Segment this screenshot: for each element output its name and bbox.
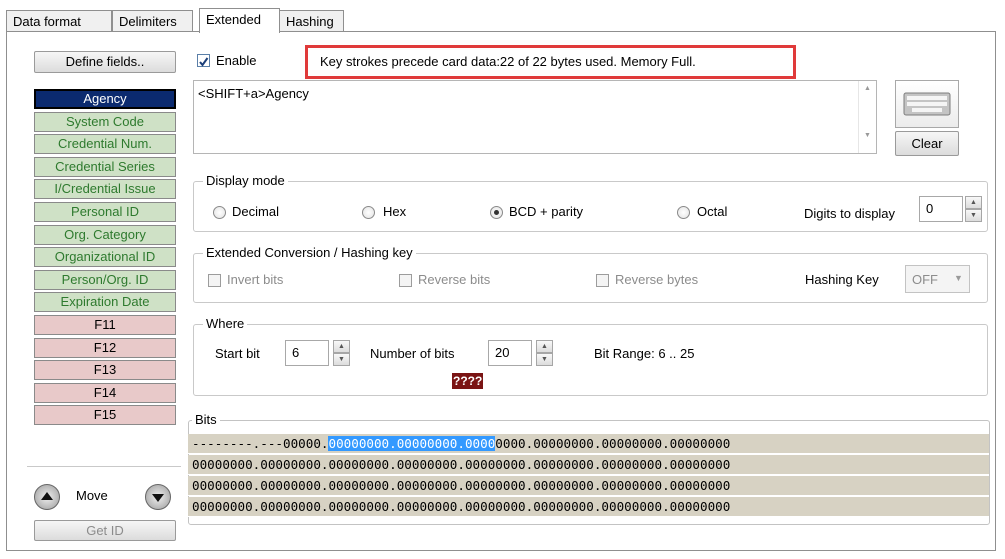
bits-unselected-suffix: 0000.00000000.00000000.00000000: [495, 436, 731, 451]
invert-bits-checkbox[interactable]: [208, 274, 221, 287]
field-button[interactable]: F12: [34, 337, 176, 358]
keyboard-icon: [903, 92, 951, 116]
number-of-bits-input[interactable]: 20: [488, 340, 532, 366]
status-highlight-box: Key strokes precede card data:22 of 22 b…: [305, 45, 796, 79]
enable-checkbox[interactable]: [197, 54, 210, 67]
radio-decimal[interactable]: [213, 206, 226, 219]
field-button[interactable]: F14: [34, 382, 176, 403]
triangle-down-icon: [152, 494, 164, 502]
keyboard-button[interactable]: [895, 80, 959, 128]
keystrokes-text: <SHIFT+a>Agency: [198, 86, 309, 101]
radio-hex[interactable]: [362, 206, 375, 219]
spin-down-icon[interactable]: ▼: [333, 353, 350, 366]
keystrokes-textarea[interactable]: <SHIFT+a>Agency ▲ ▼: [193, 80, 877, 154]
invert-bits-label: Invert bits: [227, 272, 284, 287]
spin-up-icon[interactable]: ▲: [965, 196, 982, 209]
move-label: Move: [76, 488, 108, 503]
define-fields-button[interactable]: Define fields..: [34, 51, 176, 73]
bits-unselected-prefix: --------.---00000.: [192, 436, 329, 451]
reverse-bits-checkbox[interactable]: [399, 274, 412, 287]
scroll-up-icon[interactable]: ▲: [859, 85, 876, 92]
reverse-bits-label: Reverse bits: [418, 272, 491, 287]
start-bit-input[interactable]: 6: [285, 340, 329, 366]
enable-label: Enable: [216, 53, 257, 68]
field-button[interactable]: F13: [34, 360, 176, 381]
radio-octal[interactable]: [677, 206, 690, 219]
tab-extended[interactable]: Extended: [199, 8, 280, 33]
status-message: Key strokes precede card data:22 of 22 b…: [320, 54, 696, 69]
reverse-bytes-label: Reverse bytes: [615, 272, 699, 287]
field-button[interactable]: Org. Category: [34, 224, 176, 245]
number-of-bits-label: Number of bits: [370, 346, 455, 361]
get-id-button[interactable]: Get ID: [34, 520, 176, 541]
bits-selected-range: 00000000.00000000.0000: [328, 436, 496, 451]
field-button[interactable]: System Code: [34, 111, 176, 132]
digits-spinner[interactable]: ▲ ▼: [965, 196, 982, 222]
divider: [27, 466, 181, 467]
move-up-button[interactable]: [34, 484, 60, 510]
tab-hashing[interactable]: Hashing: [279, 10, 344, 32]
field-button[interactable]: I/Credential Issue: [34, 179, 176, 200]
tab-data-format[interactable]: Data format: [6, 10, 112, 32]
scrollbar[interactable]: ▲ ▼: [858, 81, 876, 153]
bits-row[interactable]: 00000000.00000000.00000000.00000000.0000…: [188, 455, 989, 475]
spin-down-icon[interactable]: ▼: [965, 209, 982, 222]
radio-hex-label: Hex: [383, 204, 407, 219]
start-bit-spinner[interactable]: ▲ ▼: [333, 340, 350, 366]
field-button[interactable]: Credential Series: [34, 156, 176, 177]
field-button[interactable]: F15: [34, 405, 176, 426]
start-bit-label: Start bit: [215, 346, 260, 361]
bits-title: Bits: [192, 412, 220, 427]
move-down-button[interactable]: [145, 484, 171, 510]
bits-row[interactable]: 00000000.00000000.00000000.00000000.0000…: [188, 476, 989, 496]
hashing-key-select[interactable]: OFF ▼: [905, 265, 970, 293]
radio-bcd-parity[interactable]: [490, 206, 503, 219]
field-button[interactable]: Person/Org. ID: [34, 269, 176, 290]
bits-row[interactable]: 00000000.00000000.00000000.00000000.0000…: [188, 497, 989, 517]
tab-delimiters[interactable]: Delimiters: [112, 10, 193, 32]
digits-to-display-label: Digits to display: [804, 206, 896, 221]
field-button[interactable]: F11: [34, 315, 176, 335]
value-preview: ????: [452, 373, 484, 389]
field-button[interactable]: Credential Num.: [34, 134, 176, 155]
bit-range-text: Bit Range: 6 .. 25: [594, 346, 695, 361]
spin-up-icon[interactable]: ▲: [536, 340, 553, 353]
radio-bcd-parity-label: BCD + parity: [509, 204, 584, 219]
field-button[interactable]: Personal ID: [34, 202, 176, 222]
field-button[interactable]: Expiration Date: [34, 292, 176, 313]
display-mode-title: Display mode: [203, 173, 288, 188]
triangle-up-icon: [41, 492, 53, 500]
checkmark-icon: [199, 57, 209, 67]
spin-up-icon[interactable]: ▲: [333, 340, 350, 353]
hashing-key-label: Hashing Key: [805, 272, 879, 287]
clear-button[interactable]: Clear: [895, 131, 959, 156]
number-of-bits-spinner[interactable]: ▲ ▼: [536, 340, 553, 366]
chevron-down-icon: ▼: [954, 273, 963, 283]
field-button[interactable]: Organizational ID: [34, 247, 176, 268]
spin-down-icon[interactable]: ▼: [536, 353, 553, 366]
field-button[interactable]: Agency: [34, 89, 176, 109]
radio-octal-label: Octal: [697, 204, 728, 219]
reverse-bytes-checkbox[interactable]: [596, 274, 609, 287]
where-title: Where: [203, 316, 248, 331]
bits-row[interactable]: --------.---00000.00000000.00000000.0000…: [188, 434, 989, 454]
digits-to-display-input[interactable]: 0: [919, 196, 963, 222]
scroll-down-icon[interactable]: ▼: [859, 132, 876, 139]
hashing-key-value: OFF: [912, 272, 938, 287]
conversion-title: Extended Conversion / Hashing key: [203, 245, 416, 260]
radio-decimal-label: Decimal: [232, 204, 279, 219]
